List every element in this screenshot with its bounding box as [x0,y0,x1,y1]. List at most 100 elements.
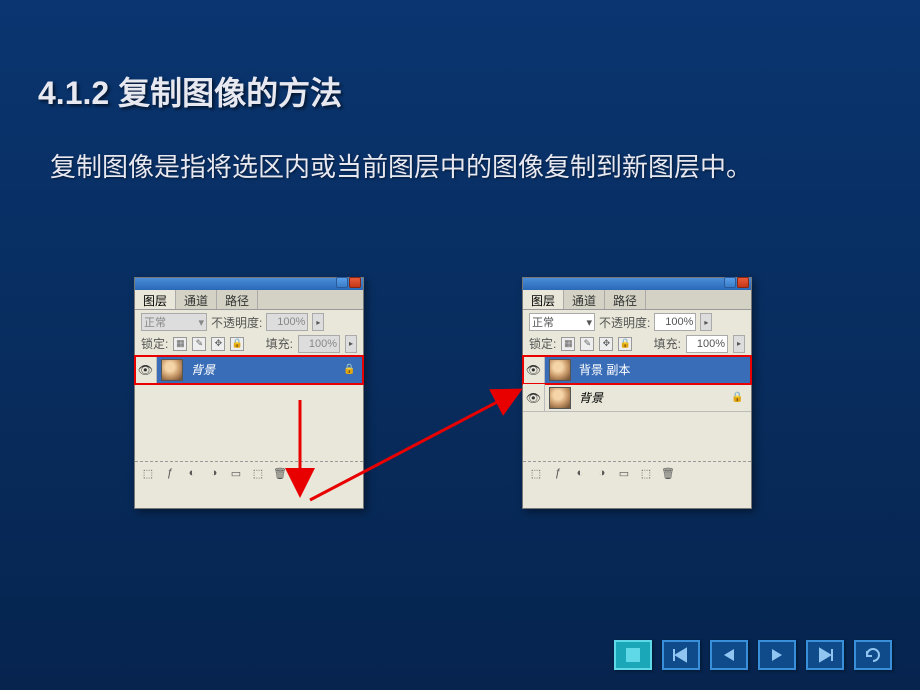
eye-icon: 👁 [526,391,541,405]
layers-list: 👁 背景 副本 👁 背景 🔒 [523,356,751,462]
layer-thumbnail [161,359,183,381]
lock-all-icon[interactable]: 🔒 [618,337,632,351]
opacity-label: 不透明度: [211,314,262,331]
panel-titlebar [135,278,363,290]
blend-mode-value: 正常 [144,314,166,330]
first-icon [671,647,691,663]
blend-mode-value: 正常 [532,314,554,330]
tab-channels[interactable]: 通道 [564,290,605,309]
layer-name[interactable]: 背景 副本 [575,361,751,378]
return-icon [863,646,883,664]
panel-bottom-toolbar: ⬚ ƒ ◐ ◑ ▭ ⬚ 🗑 [135,462,363,484]
fill-flyout-icon[interactable]: ▸ [733,335,745,353]
lock-paint-icon: ✎ [192,337,206,351]
lock-label: 锁定: [141,335,168,352]
opacity-flyout-icon: ▸ [312,313,324,331]
nav-return-button[interactable] [854,640,892,670]
next-icon [769,647,785,663]
eye-icon: 👁 [526,363,541,377]
fill-input: 100% [298,335,340,353]
slide-description: 复制图像是指将选区内或当前图层中的图像复制到新图层中。 [50,148,860,187]
blend-opacity-row: 正常 ▾ 不透明度: 100% ▸ [523,310,751,334]
minimize-button[interactable] [724,277,736,288]
slide-nav [614,640,892,670]
layer-thumbnail [549,387,571,409]
last-icon [815,647,835,663]
lock-fill-row: 锁定: ▦ ✎ ✥ 🔒 填充: 100% ▸ [135,334,363,356]
lock-icon: 🔒 [343,364,355,376]
nav-home-button[interactable] [614,640,652,670]
visibility-toggle[interactable]: 👁 [523,356,545,383]
tab-layers[interactable]: 图层 [135,290,176,309]
nav-first-button[interactable] [662,640,700,670]
new-layer-icon[interactable]: ⬚ [637,465,655,481]
empty-layers-area [523,412,751,462]
eye-icon: 👁 [138,363,153,377]
tab-paths[interactable]: 路径 [605,290,646,309]
link-icon[interactable]: ⬚ [527,465,545,481]
blend-opacity-row: 正常 ▾ 不透明度: 100% ▸ [135,310,363,334]
opacity-flyout-icon[interactable]: ▸ [700,313,712,331]
trash-icon[interactable]: 🗑 [271,465,289,481]
lock-fill-row: 锁定: ▦ ✎ ✥ 🔒 填充: 100% ▸ [523,334,751,356]
opacity-label: 不透明度: [599,314,650,331]
panel-bottom-toolbar: ⬚ ƒ ◐ ◑ ▭ ⬚ 🗑 [523,462,751,484]
lock-move-icon: ✥ [211,337,225,351]
fill-label: 填充: [266,335,293,352]
blend-mode-select[interactable]: 正常 ▾ [529,313,595,331]
layers-list: 👁 背景 🔒 [135,356,363,462]
lock-move-icon[interactable]: ✥ [599,337,613,351]
tab-channels[interactable]: 通道 [176,290,217,309]
panel-titlebar [523,278,751,290]
mask-icon[interactable]: ◐ [571,465,589,481]
fill-input[interactable]: 100% [686,335,728,353]
fx-icon[interactable]: ƒ [549,465,567,481]
adjustment-icon[interactable]: ◑ [205,465,223,481]
mask-icon[interactable]: ◐ [183,465,201,481]
nav-last-button[interactable] [806,640,844,670]
lock-paint-icon[interactable]: ✎ [580,337,594,351]
blend-mode-select: 正常 ▾ [141,313,207,331]
adjustment-icon[interactable]: ◑ [593,465,611,481]
chevron-down-icon: ▾ [586,316,592,329]
close-button[interactable] [737,277,749,288]
nav-prev-button[interactable] [710,640,748,670]
new-layer-icon[interactable]: ⬚ [249,465,267,481]
fill-flyout-icon: ▸ [345,335,357,353]
layer-name[interactable]: 背景 [187,361,343,378]
empty-layers-area [135,384,363,462]
panel-tabs: 图层 通道 路径 [135,290,363,310]
lock-transparency-icon: ▦ [173,337,187,351]
nav-next-button[interactable] [758,640,796,670]
layers-panel-before: 图层 通道 路径 正常 ▾ 不透明度: 100% ▸ 锁定: ▦ ✎ ✥ 🔒 填充… [134,277,364,509]
opacity-input[interactable]: 100% [654,313,696,331]
lock-all-icon: 🔒 [230,337,244,351]
folder-icon[interactable]: ▭ [615,465,633,481]
visibility-toggle[interactable]: 👁 [135,356,157,383]
close-button[interactable] [349,277,361,288]
minimize-button[interactable] [336,277,348,288]
visibility-toggle[interactable]: 👁 [523,384,545,411]
layer-row-background[interactable]: 👁 背景 🔒 [135,356,363,384]
fx-icon[interactable]: ƒ [161,465,179,481]
prev-icon [721,647,737,663]
layer-row-background-copy[interactable]: 👁 背景 副本 [523,356,751,384]
layers-panel-after: 图层 通道 路径 正常 ▾ 不透明度: 100% ▸ 锁定: ▦ ✎ ✥ 🔒 填充… [522,277,752,509]
link-icon[interactable]: ⬚ [139,465,157,481]
opacity-input: 100% [266,313,308,331]
slide-title: 4.1.2 复制图像的方法 [38,68,342,114]
tab-layers[interactable]: 图层 [523,290,564,309]
tab-paths[interactable]: 路径 [217,290,258,309]
layer-thumbnail [549,359,571,381]
chevron-down-icon: ▾ [198,316,204,329]
folder-icon[interactable]: ▭ [227,465,245,481]
fill-label: 填充: [654,335,681,352]
lock-transparency-icon[interactable]: ▦ [561,337,575,351]
panel-tabs: 图层 通道 路径 [523,290,751,310]
lock-icon: 🔒 [731,392,743,404]
layer-row-background[interactable]: 👁 背景 🔒 [523,384,751,412]
home-icon [624,646,642,664]
lock-label: 锁定: [529,335,556,352]
layer-name[interactable]: 背景 [575,389,731,406]
trash-icon[interactable]: 🗑 [659,465,677,481]
